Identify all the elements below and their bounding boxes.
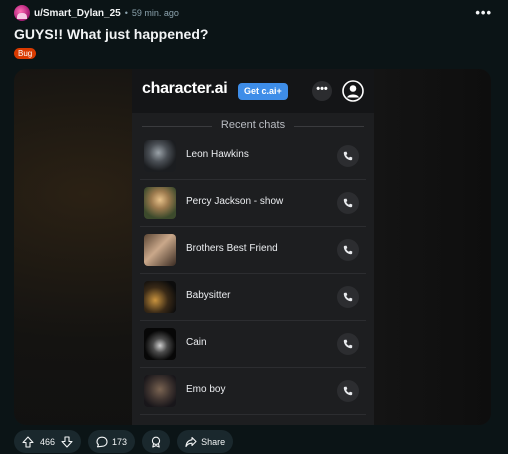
- comments-count: 173: [112, 436, 128, 447]
- user-avatar[interactable]: [14, 5, 30, 21]
- chat-row[interactable]: Percy Jackson - show: [140, 180, 366, 227]
- flair-badge[interactable]: Bug: [14, 48, 37, 59]
- phone-icon[interactable]: [337, 239, 359, 261]
- award-button[interactable]: [142, 430, 171, 453]
- phone-icon[interactable]: [337, 192, 359, 214]
- share-label: Share: [201, 436, 226, 447]
- chat-row[interactable]: Babysitter: [140, 274, 366, 321]
- chat-row[interactable]: Brothers Best Friend: [140, 227, 366, 274]
- post-header: u/Smart_Dylan_25 • 59 min. ago: [14, 5, 179, 21]
- chat-name: Percy Jackson - show: [186, 196, 284, 207]
- share-arrow-icon: [185, 436, 197, 448]
- phone-icon[interactable]: [337, 145, 359, 167]
- comment-bubble-icon: [96, 436, 108, 448]
- vote-pill: 466: [14, 430, 82, 453]
- recent-chats-heading: Recent chats: [132, 119, 374, 133]
- chat-list: Leon Hawkins Percy Jackson - show Brothe…: [140, 133, 366, 415]
- phone-icon[interactable]: [337, 333, 359, 355]
- screenshot-app: character.ai Get c.ai+ ••• Recent chats …: [132, 69, 374, 425]
- chat-name: Babysitter: [186, 290, 231, 301]
- chat-avatar: [144, 375, 176, 407]
- chat-avatar: [144, 140, 176, 172]
- get-plus-button[interactable]: Get c.ai+: [238, 83, 288, 100]
- arrow-down-icon[interactable]: [61, 435, 73, 448]
- chat-row[interactable]: Cain: [140, 321, 366, 368]
- post-actions: 466 173 Share: [14, 430, 240, 454]
- chat-avatar: [144, 234, 176, 266]
- chat-avatar: [144, 187, 176, 219]
- chat-avatar: [144, 328, 176, 360]
- award-icon: [150, 436, 162, 448]
- chat-name: Emo boy: [186, 384, 226, 395]
- post-title[interactable]: GUYS!! What just happened?: [14, 26, 208, 42]
- phone-icon[interactable]: [337, 286, 359, 308]
- chat-name: Cain: [186, 337, 207, 348]
- comments-button[interactable]: 173: [88, 430, 136, 453]
- chat-avatar: [144, 281, 176, 313]
- post-time: 59 min. ago: [131, 8, 179, 18]
- arrow-up-icon[interactable]: [22, 435, 34, 448]
- share-button[interactable]: Share: [177, 430, 234, 453]
- username-link[interactable]: u/Smart_Dylan_25: [34, 8, 121, 19]
- more-options-button[interactable]: •••: [475, 5, 492, 20]
- user-icon[interactable]: [342, 80, 364, 102]
- app-menu-button[interactable]: •••: [312, 81, 332, 101]
- app-logo: character.ai: [142, 80, 228, 97]
- chat-row[interactable]: Leon Hawkins: [140, 133, 366, 180]
- chat-name: Brothers Best Friend: [186, 243, 278, 254]
- app-header: character.ai Get c.ai+ •••: [132, 69, 374, 113]
- chat-name: Leon Hawkins: [186, 149, 249, 160]
- separator-dot: •: [124, 8, 128, 18]
- chat-row[interactable]: Emo boy: [140, 368, 366, 415]
- vote-count: 466: [40, 436, 56, 447]
- phone-icon[interactable]: [337, 380, 359, 402]
